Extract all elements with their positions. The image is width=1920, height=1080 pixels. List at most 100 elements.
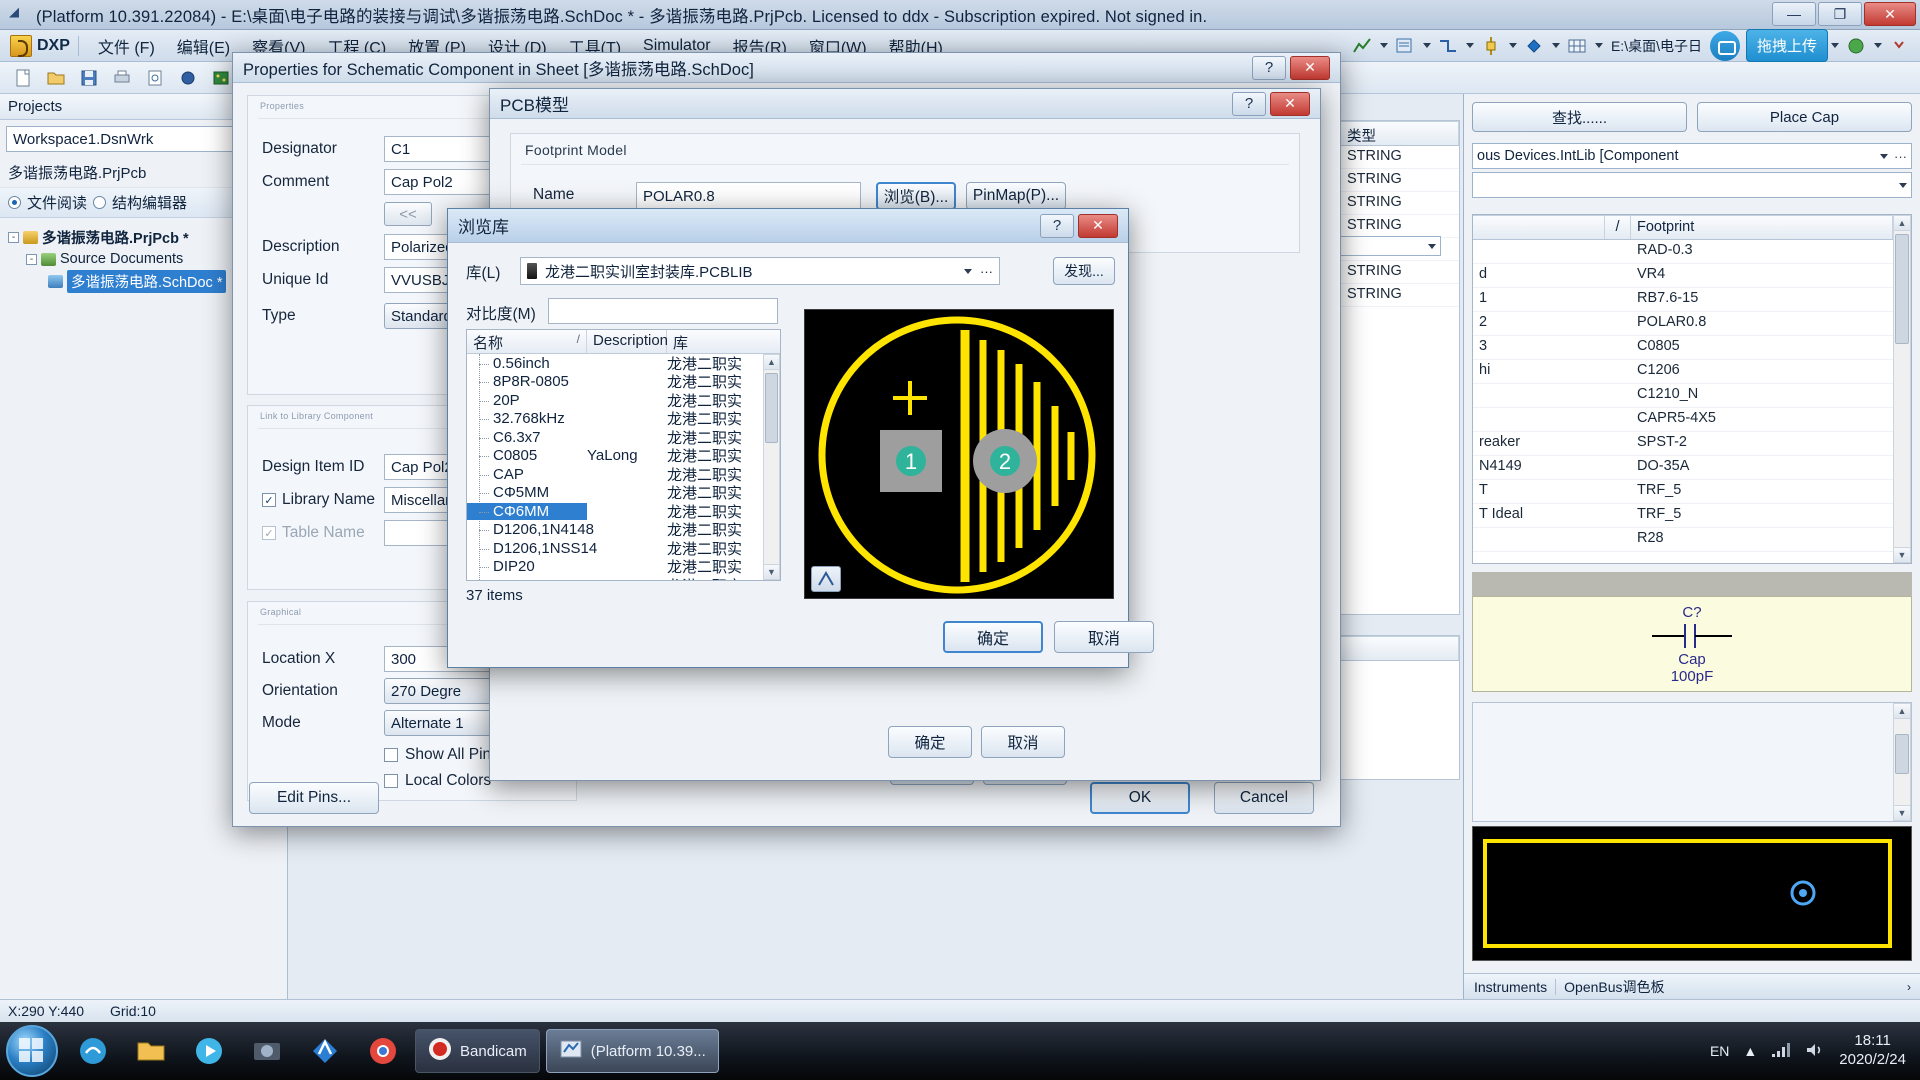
table-row[interactable]: N4149 DO-35A xyxy=(1473,456,1893,480)
overflow-menu-icon[interactable] xyxy=(1884,33,1914,59)
close-button[interactable]: ✕ xyxy=(1270,91,1310,116)
browse-button[interactable]: 浏览(B)... xyxy=(876,182,956,210)
table-row[interactable]: 2 POLAR0.8 xyxy=(1473,312,1893,336)
chevron-down-icon[interactable] xyxy=(1422,43,1431,48)
help-button[interactable]: ? xyxy=(1040,213,1074,238)
table-row[interactable]: CAPR5-4X5 xyxy=(1473,408,1893,432)
table-name-checkbox-row[interactable]: ✓ Table Name xyxy=(262,524,365,542)
close-button[interactable]: ✕ xyxy=(1290,55,1330,80)
scrollbar-thumb[interactable] xyxy=(1895,734,1909,774)
edit-pins-button[interactable]: Edit Pins... xyxy=(249,782,379,814)
scroll-down-icon[interactable]: ▼ xyxy=(1894,805,1910,820)
pinmap-button[interactable]: PinMap(P)... xyxy=(966,182,1066,210)
taskbar-icon-browser[interactable] xyxy=(67,1029,119,1073)
clock[interactable]: 18:11 2020/2/24 xyxy=(1839,1032,1906,1070)
scroll-up-icon[interactable]: ▲ xyxy=(1894,216,1910,231)
table-row[interactable]: RAD-0.3 xyxy=(1473,240,1893,264)
scroll-up-icon[interactable]: ▲ xyxy=(1894,704,1910,719)
dxp-menu-button[interactable]: DXP xyxy=(10,34,70,57)
list-item[interactable]: 32.768kHz 龙港二职实 xyxy=(467,410,780,428)
tray-expand-icon[interactable]: ▲ xyxy=(1743,1043,1757,1059)
chevron-down-icon[interactable] xyxy=(1594,43,1603,48)
component-tool-icon[interactable] xyxy=(1476,33,1506,59)
list-item[interactable]: C0805 YaLong 龙港二职实 xyxy=(467,447,780,465)
table-row[interactable]: hi C1206 xyxy=(1473,360,1893,384)
taskbar-item-bandicam[interactable]: Bandicam xyxy=(415,1029,540,1073)
preview-icon[interactable] xyxy=(173,65,203,91)
taskbar-icon-firefox[interactable] xyxy=(299,1029,351,1073)
scrollbar-thumb[interactable] xyxy=(1895,234,1909,344)
chevron-down-icon[interactable] xyxy=(1551,43,1560,48)
list-item[interactable]: CΦ5MM 龙港二职实 xyxy=(467,484,780,502)
table-row[interactable]: 3 C0805 xyxy=(1473,336,1893,360)
menu-file[interactable]: 文件 (F) xyxy=(87,31,166,61)
pcb-model-cancel-button[interactable]: 取消 xyxy=(981,726,1065,758)
sort-indicator-icon[interactable]: / xyxy=(577,332,580,351)
browse-ok-button[interactable]: 确定 xyxy=(943,621,1043,653)
upload-button[interactable]: 拖拽上传 xyxy=(1745,29,1828,62)
radio-file-view[interactable] xyxy=(8,196,21,209)
tab-instruments[interactable]: Instruments xyxy=(1474,979,1547,995)
close-button[interactable]: ✕ xyxy=(1864,2,1916,26)
discover-button[interactable]: 发现... xyxy=(1053,257,1115,285)
table-row[interactable]: R28 xyxy=(1473,528,1893,552)
open-document-icon[interactable] xyxy=(41,65,71,91)
local-colors-checkbox[interactable] xyxy=(384,774,398,788)
pcb-model-ok-button[interactable]: 确定 xyxy=(888,726,972,758)
chevron-down-icon[interactable] xyxy=(1831,43,1839,48)
save-icon[interactable] xyxy=(74,65,104,91)
mask-input[interactable] xyxy=(548,298,778,324)
close-button[interactable]: ✕ xyxy=(1078,213,1118,238)
show-all-pins-checkbox[interactable] xyxy=(384,748,398,762)
ok-button[interactable]: OK xyxy=(1090,782,1190,814)
chevron-down-icon[interactable] xyxy=(1428,243,1436,249)
scrollbar-thumb[interactable] xyxy=(765,373,778,443)
tree-expander[interactable]: - xyxy=(26,253,37,265)
tabs-overflow-icon[interactable]: › xyxy=(1907,980,1920,994)
taskbar-icon-chrome[interactable] xyxy=(357,1029,409,1073)
library-combo[interactable]: ous Devices.IntLib [Component ··· xyxy=(1472,143,1912,169)
chevron-down-icon[interactable] xyxy=(1880,153,1888,159)
menu-edit[interactable]: 编辑(E) xyxy=(166,31,241,61)
list-item[interactable]: D1206,1NSS14 龙港二职实 xyxy=(467,539,780,558)
table-row[interactable]: 1 RB7.6-15 xyxy=(1473,288,1893,312)
minimize-button[interactable]: — xyxy=(1772,2,1816,26)
place-cap-button[interactable]: Place Cap xyxy=(1697,102,1912,132)
table-row[interactable]: d VR4 xyxy=(1473,264,1893,288)
table-name-checkbox[interactable]: ✓ xyxy=(262,526,276,540)
filter-combo[interactable] xyxy=(1472,172,1912,198)
cancel-button[interactable]: Cancel xyxy=(1214,782,1314,814)
chevron-down-icon[interactable] xyxy=(964,268,972,274)
chart-tool-icon[interactable] xyxy=(1347,33,1377,59)
table-row[interactable]: reaker SPST-2 xyxy=(1473,432,1893,456)
maximize-button[interactable]: ❐ xyxy=(1818,2,1862,26)
tab-openbus[interactable]: OpenBus调色板 xyxy=(1564,977,1664,997)
radio-structure-editor[interactable] xyxy=(93,196,107,209)
network-icon[interactable] xyxy=(1771,1042,1791,1061)
chevron-down-icon[interactable] xyxy=(1874,43,1882,48)
table-row[interactable]: C1210_N xyxy=(1473,384,1893,408)
scroll-down-icon[interactable]: ▼ xyxy=(764,564,779,579)
component-grid-scrollbar[interactable]: ▲ ▼ xyxy=(1893,215,1911,563)
library-select[interactable]: 龙港二职实训室封装库.PCBLIB ··· xyxy=(520,257,1000,285)
start-button[interactable] xyxy=(6,1025,58,1077)
chevron-down-icon[interactable] xyxy=(1508,43,1517,48)
tree-expander[interactable]: - xyxy=(8,231,19,243)
browse-cancel-button[interactable]: 取消 xyxy=(1054,621,1154,653)
list-item[interactable]: D1206,1N4148 龙港二职实 xyxy=(467,521,780,539)
library-list-scrollbar[interactable]: ▲ ▼ xyxy=(763,354,780,580)
help-button[interactable]: ? xyxy=(1232,91,1266,116)
taskbar-icon-media[interactable] xyxy=(183,1029,235,1073)
doc-tool-icon[interactable] xyxy=(1390,33,1420,59)
footprint-name-input[interactable]: POLAR0.8 xyxy=(636,182,861,210)
list-item[interactable]: 0.56inch 龙港二职实 xyxy=(467,354,780,373)
symbol-preview-splitter[interactable] xyxy=(1472,572,1912,596)
cloud-upload-icon[interactable] xyxy=(1709,30,1740,61)
list-item[interactable]: DIP20 龙港二职实 xyxy=(467,558,780,576)
print-icon[interactable] xyxy=(107,65,137,91)
net-tool-icon[interactable] xyxy=(1519,33,1549,59)
collapse-button[interactable]: << xyxy=(384,202,432,226)
new-document-icon[interactable] xyxy=(8,65,38,91)
list-item[interactable]: 8P8R-0805 龙港二职实 xyxy=(467,373,780,391)
taskbar-icon-explorer[interactable] xyxy=(125,1029,177,1073)
